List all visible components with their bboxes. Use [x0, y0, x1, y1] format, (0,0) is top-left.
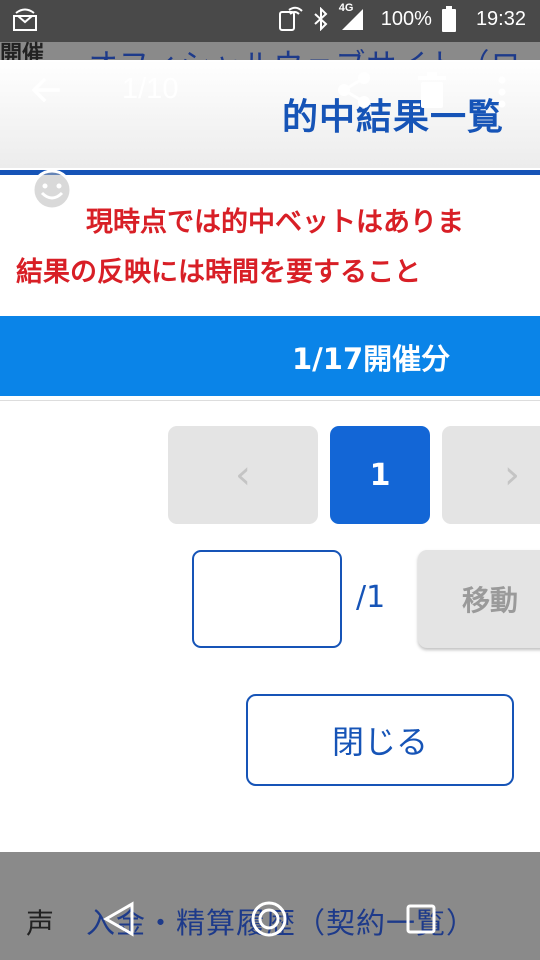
next-page-button[interactable]: › [442, 426, 540, 524]
battery-percent: 100% [380, 7, 432, 30]
status-bar: 4G 100% 19:32 [0, 0, 540, 42]
title-divider [0, 170, 540, 175]
network-type-label: 4G [338, 2, 354, 14]
navigation-bar [0, 860, 540, 960]
viewed-image[interactable]: 的中結果一覧 現時点では的中ベットはありま 結果の反映には時間を要すること 1/… [0, 60, 540, 852]
notice-line-1: 現時点では的中ベットはありま [86, 207, 464, 238]
chevron-right-icon: › [504, 452, 520, 498]
move-button[interactable]: 移動 [418, 550, 540, 648]
notice-line-2: 結果の反映には時間を要すること [16, 257, 421, 288]
clock: 19:32 [475, 7, 526, 30]
nav-home-icon[interactable] [250, 900, 288, 942]
date-label: 1/17開催分 [292, 342, 451, 376]
page-total-label: /1 [356, 580, 386, 615]
battery-icon [441, 6, 456, 32]
current-page-number: 1 [369, 457, 391, 493]
more-vert-icon[interactable] [494, 72, 510, 112]
viewer-toolbar: 1/10 [0, 60, 540, 120]
image-counter: 1/10 [122, 73, 179, 105]
page-number-input[interactable] [192, 550, 342, 648]
date-header-bar: 1/17開催分 [0, 316, 540, 396]
close-button[interactable]: 閉じる [246, 694, 514, 786]
back-arrow-icon[interactable] [28, 72, 64, 108]
share-icon[interactable] [336, 70, 372, 110]
smiley-icon[interactable] [30, 168, 74, 212]
chevron-left-icon: ‹ [235, 452, 251, 498]
section-divider [0, 400, 540, 401]
current-page-button[interactable]: 1 [330, 426, 430, 524]
bluetooth-icon [313, 7, 329, 31]
delete-icon[interactable] [416, 70, 448, 110]
prev-page-button[interactable]: ‹ [168, 426, 318, 524]
nav-recent-icon[interactable] [406, 904, 436, 938]
notice-message: 現時点では的中ベットはありま 結果の反映には時間を要すること [0, 198, 540, 298]
nav-back-icon[interactable] [102, 900, 136, 942]
cast-icon [12, 8, 38, 36]
signal-icon: 4G [339, 2, 365, 32]
nfc-icon [277, 6, 303, 32]
